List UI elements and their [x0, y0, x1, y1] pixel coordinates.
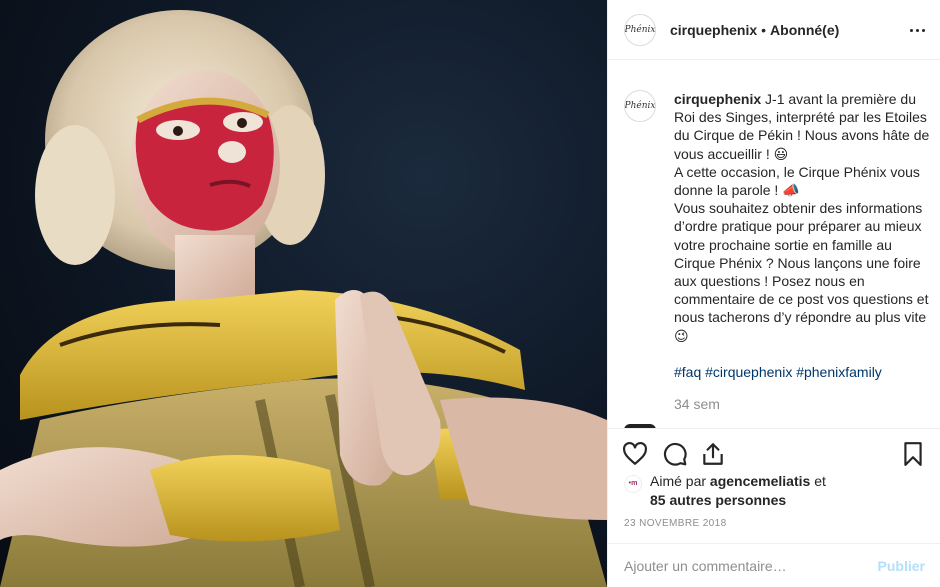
comment-icon[interactable] — [662, 441, 688, 467]
comment-form: Publier — [608, 543, 940, 587]
profile-avatar[interactable]: Phénix — [624, 13, 656, 46]
caption-avatar[interactable]: Phénix — [624, 90, 656, 122]
post-date[interactable]: 23 NOVEMBRE 2018 — [624, 518, 727, 529]
share-icon[interactable] — [700, 441, 726, 467]
caption-section: Phénix cirquephenix J-1 avant la premièr… — [608, 60, 940, 428]
hashtag-faq[interactable]: #faq — [674, 364, 701, 380]
bookmark-icon[interactable] — [900, 441, 926, 467]
hashtag-phenixfamily[interactable]: #phenixfamily — [796, 364, 882, 380]
hashtag-cirquephenix[interactable]: #cirquephenix — [705, 364, 792, 380]
publish-button[interactable]: Publier — [878, 558, 925, 574]
more-options-icon[interactable] — [905, 18, 929, 42]
caption-line-2: A cette occasion, le Cirque Phénix vous … — [674, 163, 920, 199]
caption-text: cirquephenix J-1 avant la première du Ro… — [674, 90, 931, 413]
caption-username[interactable]: cirquephenix — [674, 91, 761, 107]
likes-others[interactable]: 85 autres personnes — [650, 492, 786, 508]
action-bar — [608, 428, 940, 478]
heart-icon[interactable] — [622, 441, 648, 467]
caption-line-3: Vous souhaitez obtenir des informations … — [674, 200, 929, 344]
likes-prefix: Aimé par — [650, 473, 710, 489]
post-header: Phénix cirquephenix • Abonné(e) — [608, 0, 940, 60]
liker-username[interactable]: agencemeliatis — [710, 473, 810, 489]
avatar-logo-text: Phénix — [624, 24, 656, 35]
time-ago[interactable]: 34 sem — [674, 395, 931, 413]
comment-input[interactable] — [624, 557, 878, 574]
liker-avatar[interactable]: •m — [624, 475, 642, 493]
likes-summary: •m Aimé par agencemeliatis et 85 autres … — [624, 472, 924, 510]
header-separator: • — [761, 21, 767, 38]
post-side-panel: Phénix cirquephenix • Abonné(e) Phénix c… — [607, 0, 940, 587]
post-photo[interactable] — [0, 0, 607, 587]
hashtags: #faq #cirquephenix #phenixfamily — [674, 363, 931, 381]
follow-status[interactable]: Abonné(e) — [770, 22, 839, 38]
header-username[interactable]: cirquephenix — [670, 22, 757, 38]
instagram-post: Phénix cirquephenix • Abonné(e) Phénix c… — [0, 0, 940, 587]
likes-suffix: et — [810, 473, 826, 489]
caption-avatar-logo-text: Phénix — [624, 101, 656, 111]
likes-text: Aimé par agencemeliatis et 85 autres per… — [650, 472, 826, 510]
caption-row: Phénix cirquephenix J-1 avant la premièr… — [624, 90, 931, 413]
monkey-king-performer-image — [0, 10, 607, 587]
